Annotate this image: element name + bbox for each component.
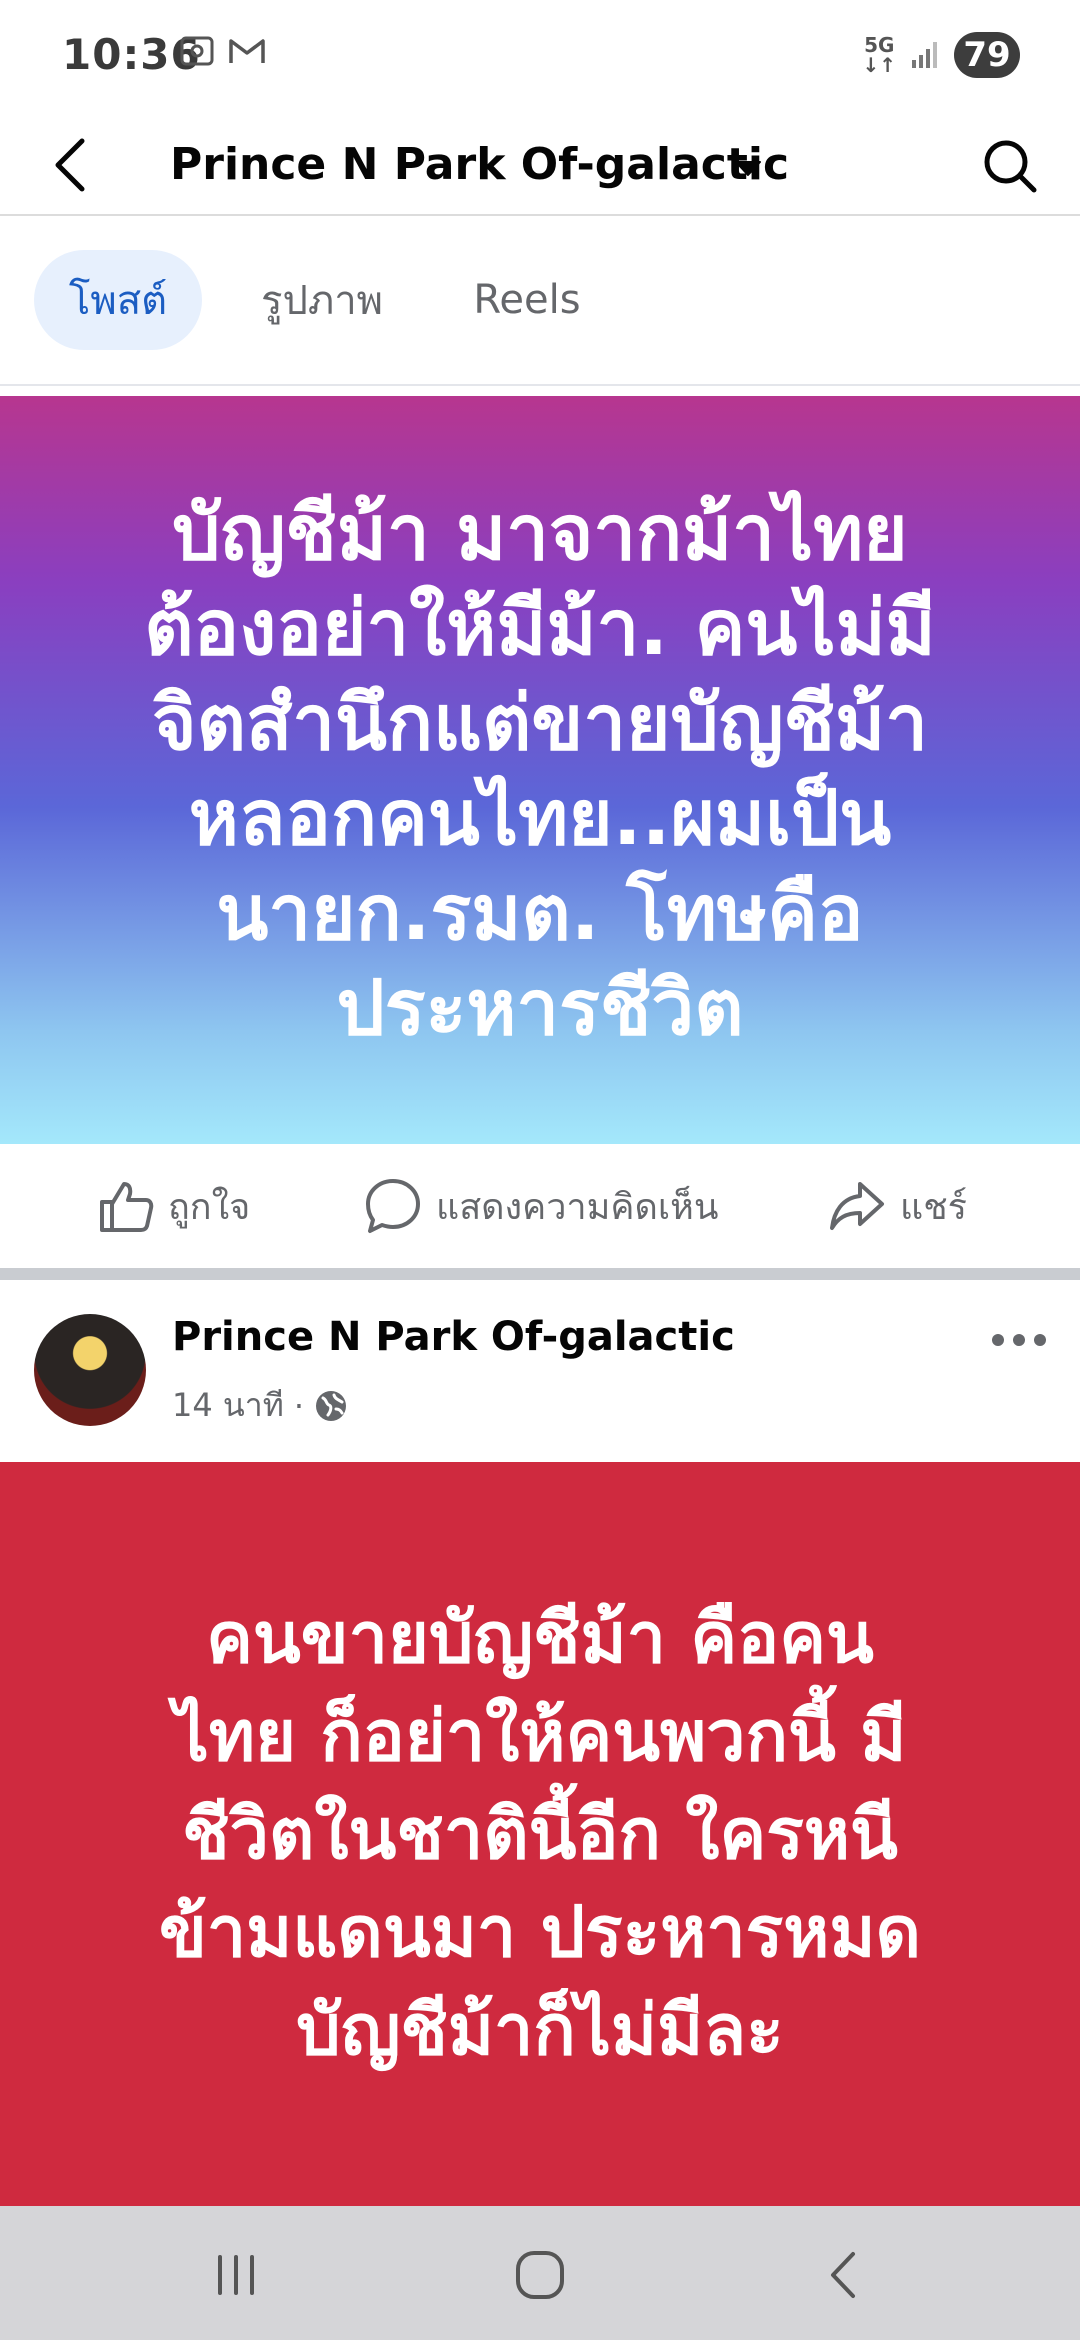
meta-separator: ·	[293, 1386, 304, 1425]
tab-photos[interactable]: รูปภาพ	[232, 250, 412, 350]
recent-apps-button[interactable]	[196, 2240, 276, 2310]
share-icon	[830, 1182, 884, 1230]
globe-icon	[316, 1390, 346, 1421]
tab-reels[interactable]: Reels	[442, 250, 612, 350]
comment-label: แสดงความคิดเห็น	[436, 1186, 719, 1228]
page-title[interactable]: Prince N Park Of-galactic	[170, 132, 789, 198]
like-label: ถูกใจ	[168, 1186, 251, 1228]
home-icon	[516, 2251, 564, 2299]
dropdown-caret-icon	[735, 161, 761, 176]
status-right: 5G ↓↑ 79	[862, 32, 1020, 78]
comment-button[interactable]: แสดงความคิดเห็น	[364, 1174, 718, 1238]
notification-icons	[180, 36, 266, 66]
home-button[interactable]	[500, 2240, 580, 2310]
back-arrow-icon	[55, 138, 85, 192]
comment-icon	[366, 1179, 420, 1233]
more-options-button[interactable]	[986, 1320, 1052, 1360]
search-button[interactable]	[970, 126, 1050, 206]
nav-back-button[interactable]	[802, 2240, 882, 2310]
more-dots-icon	[992, 1334, 1046, 1346]
recent-apps-icon	[218, 2255, 254, 2295]
post-actions: ถูกใจ แสดงความคิดเห็น แชร์	[0, 1144, 1080, 1268]
share-label: แชร์	[900, 1186, 967, 1228]
post-body-text: คนขายบัญชีม้า คือคน ไทย ก็อย่าให้คนพวกนี…	[159, 1597, 921, 2071]
post-meta: 14 นาที ·	[172, 1380, 348, 1431]
profile-tabs: โพสต์ รูปภาพ Reels	[0, 216, 1080, 386]
post-time[interactable]: 14 นาที	[172, 1380, 284, 1431]
post-text-background[interactable]: บัญชีม้า มาจากม้าไทย ต้องอย่าให้มีม้า. ค…	[0, 396, 1080, 1144]
title-dropdown-button[interactable]	[728, 148, 768, 188]
page-header: Prince N Park Of-galactic	[0, 118, 1080, 216]
status-bar: 10:36 5G ↓↑ 79	[0, 0, 1080, 118]
post-author[interactable]: Prince N Park Of-galactic	[172, 1314, 735, 1360]
back-icon	[831, 2252, 855, 2298]
system-nav-bar	[0, 2206, 1080, 2340]
signal-icon	[912, 42, 937, 68]
post-body-text: บัญชีม้า มาจากม้าไทย ต้องอย่าให้มีม้า. ค…	[144, 488, 936, 1052]
avatar[interactable]	[34, 1314, 146, 1426]
post-text-background[interactable]: คนขายบัญชีม้า คือคน ไทย ก็อย่าให้คนพวกนี…	[0, 1462, 1080, 2206]
post-header: Prince N Park Of-galactic 14 นาที ·	[0, 1280, 1080, 1462]
tab-posts[interactable]: โพสต์	[34, 250, 202, 350]
battery-indicator: 79	[954, 32, 1020, 78]
gmail-icon	[229, 39, 265, 63]
back-button[interactable]	[40, 132, 100, 198]
share-button[interactable]: แชร์	[828, 1174, 967, 1238]
screenshot-icon	[180, 36, 214, 66]
search-icon	[984, 140, 1037, 193]
like-button[interactable]: ถูกใจ	[98, 1174, 250, 1238]
feed-divider	[0, 1268, 1080, 1280]
network-indicator: 5G ↓↑	[862, 33, 896, 77]
thumbs-up-icon	[100, 1182, 154, 1232]
